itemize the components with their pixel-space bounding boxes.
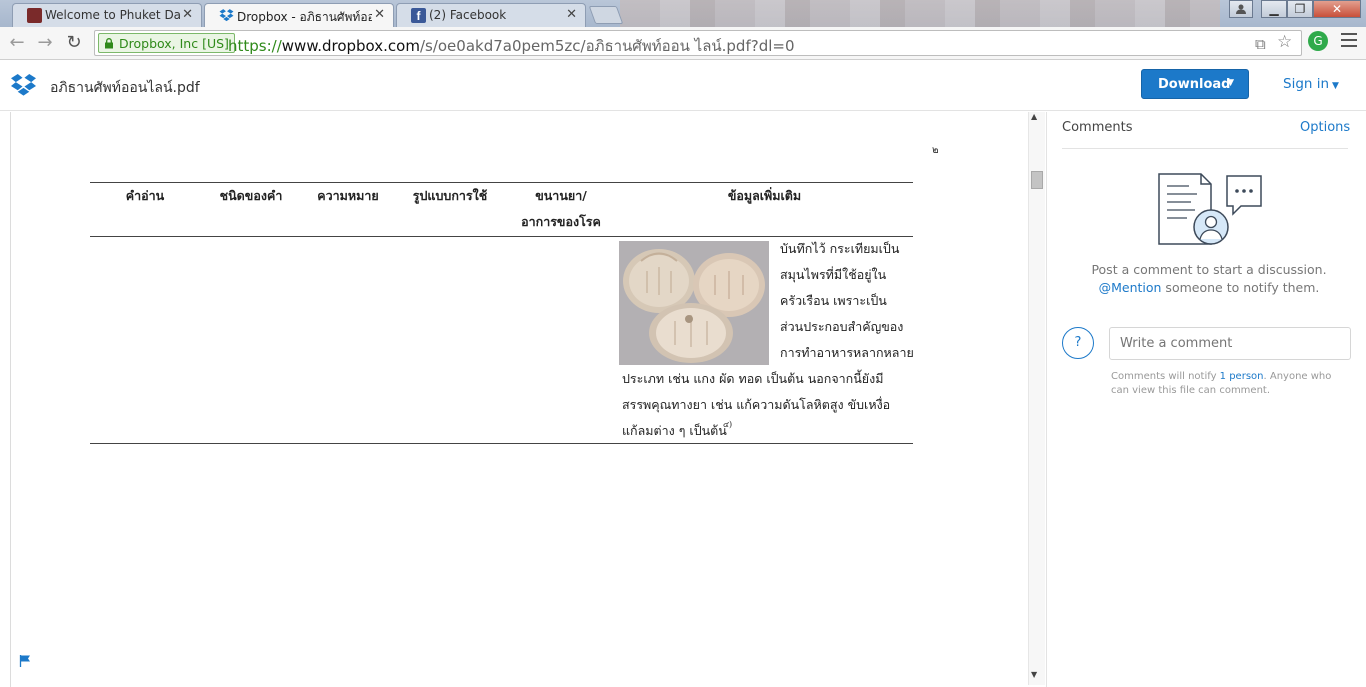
dropbox-header: อภิธานศัพท์ออนไลน์.pdf Download ▼ Sign i… xyxy=(0,61,1366,111)
flag-icon[interactable] xyxy=(19,654,32,667)
page-number: ๒ xyxy=(932,145,939,156)
info-line: ครัวเรือน เพราะเป็น xyxy=(780,293,887,308)
prompt-line2-rest: someone to notify them. xyxy=(1161,280,1320,295)
prompt-line1: Post a comment to start a discussion. xyxy=(1091,262,1327,277)
tab-title: (2) Facebook xyxy=(429,8,507,22)
comment-illustration-icon xyxy=(1158,173,1262,245)
column-header: ความหมาย xyxy=(317,188,379,203)
file-name: อภิธานศัพท์ออนไลน์.pdf xyxy=(50,80,200,96)
info-line: การทำอาหารหลากหลาย xyxy=(780,345,914,360)
help-icon[interactable]: ? xyxy=(1062,327,1094,359)
dropbox-icon xyxy=(219,8,234,23)
translate-icon[interactable]: ⧉ xyxy=(1255,35,1266,53)
minimize-button[interactable]: ▁ xyxy=(1261,0,1287,18)
address-bar[interactable]: Dropbox, Inc [US] https://www.dropbox.co… xyxy=(94,30,1302,56)
scroll-up-arrow-icon[interactable]: ▲ xyxy=(1031,112,1037,121)
info-line: สรรพคุณทางยา เช่น แก้ความดันโลหิตสูง ขับ… xyxy=(622,397,891,412)
tab-dropbox[interactable]: Dropbox - อภิธานศัพท์ออนไ ✕ xyxy=(204,3,394,27)
url-path: /s/oe0akd7a0pem5zc/อภิธานศัพท์ออน ไลน์.p… xyxy=(419,37,795,55)
viewer-border xyxy=(10,112,11,687)
download-label: Download xyxy=(1158,77,1231,92)
facebook-icon: f xyxy=(411,8,426,23)
comment-notify-note: Comments will notify 1 person. Anyone wh… xyxy=(1111,370,1351,398)
bookmark-star-icon[interactable]: ☆ xyxy=(1277,32,1292,52)
info-line: บันทึกไว้ กระเทียมเป็น xyxy=(780,241,900,256)
window-close-button[interactable]: ✕ xyxy=(1313,0,1361,18)
close-icon[interactable]: ✕ xyxy=(374,7,385,22)
scroll-down-arrow-icon[interactable]: ▼ xyxy=(1031,670,1037,679)
column-header: ชนิดของคำ xyxy=(219,188,283,203)
forward-arrow-icon[interactable]: → xyxy=(34,32,56,54)
browser-toolbar: ← → ↻ Dropbox, Inc [US] https://www.drop… xyxy=(0,27,1366,60)
notify-people-link[interactable]: 1 person xyxy=(1220,371,1264,382)
column-header: ขนานยา/ xyxy=(535,188,587,203)
extension-icon[interactable]: G xyxy=(1308,31,1328,51)
table-top-rule xyxy=(90,182,913,183)
comments-divider xyxy=(1062,148,1348,149)
info-line: แก้ลมต่าง ๆ เป็นต้น xyxy=(622,423,727,438)
close-icon[interactable]: ✕ xyxy=(182,7,193,22)
tab-title: Welcome to Phuket Data xyxy=(45,8,180,22)
column-header: รูปแบบการใช้ xyxy=(412,188,488,203)
prompt-line2: @Mention someone to notify them. xyxy=(1062,279,1356,297)
document-scrollbar[interactable] xyxy=(1028,112,1045,685)
ev-label: Dropbox, Inc [US] xyxy=(119,36,229,51)
comments-empty-prompt: Post a comment to start a discussion. @M… xyxy=(1062,261,1356,297)
info-line: ส่วนประกอบสำคัญของ xyxy=(780,319,904,334)
user-profile-button[interactable] xyxy=(1229,0,1253,18)
comments-options-link[interactable]: Options xyxy=(1300,120,1350,135)
scrollbar-thumb[interactable] xyxy=(1031,171,1043,189)
comment-input[interactable] xyxy=(1109,327,1351,360)
lock-icon xyxy=(105,38,113,49)
table-bottom-rule xyxy=(90,443,913,444)
tab-phuket-data[interactable]: Welcome to Phuket Data ✕ xyxy=(12,3,202,27)
url-text: https://www.dropbox.com/s/oe0akd7a0pem5z… xyxy=(228,34,795,58)
note-prefix: Comments will notify xyxy=(1111,371,1220,382)
ev-certificate-badge[interactable]: Dropbox, Inc [US] xyxy=(98,33,235,53)
column-header: คำอ่าน xyxy=(125,188,165,203)
footnote-mark: ๔) xyxy=(723,420,733,429)
tab-title: Dropbox - อภิธานศัพท์ออนไ xyxy=(237,10,372,24)
reload-icon[interactable]: ↻ xyxy=(63,32,85,54)
info-line: ประเภท เช่น แกง ผัด ทอด เป็นต้น นอกจากนี… xyxy=(622,371,884,386)
tab-strip-background xyxy=(620,0,1220,27)
mention-link[interactable]: @Mention xyxy=(1099,280,1162,295)
chevron-down-icon: ▼ xyxy=(1332,81,1339,91)
close-icon[interactable]: ✕ xyxy=(566,7,577,22)
sign-in-label: Sign in xyxy=(1283,76,1330,92)
phuket-data-icon xyxy=(27,8,42,23)
comments-title: Comments xyxy=(1062,120,1133,135)
sign-in-link[interactable]: Sign in ▼ xyxy=(1283,76,1339,92)
maximize-button[interactable]: ❐ xyxy=(1287,0,1313,18)
download-button[interactable]: Download ▼ xyxy=(1141,69,1249,99)
column-header: ข้อมูลเพิ่มเติม xyxy=(727,188,802,203)
dropbox-logo-icon[interactable] xyxy=(10,73,37,98)
tab-facebook[interactable]: f (2) Facebook ✕ xyxy=(396,3,586,27)
url-scheme: https:// xyxy=(228,37,282,55)
garlic-photo xyxy=(619,241,769,365)
column-header-line2: อาการของโรค xyxy=(521,214,601,229)
url-host: www.dropbox.com xyxy=(281,37,420,55)
chevron-down-icon: ▼ xyxy=(1227,78,1234,88)
info-line: สมุนไพรที่มีใช้อยู่ใน xyxy=(780,267,887,282)
back-arrow-icon[interactable]: ← xyxy=(6,32,28,54)
chrome-menu-icon[interactable] xyxy=(1341,33,1357,47)
